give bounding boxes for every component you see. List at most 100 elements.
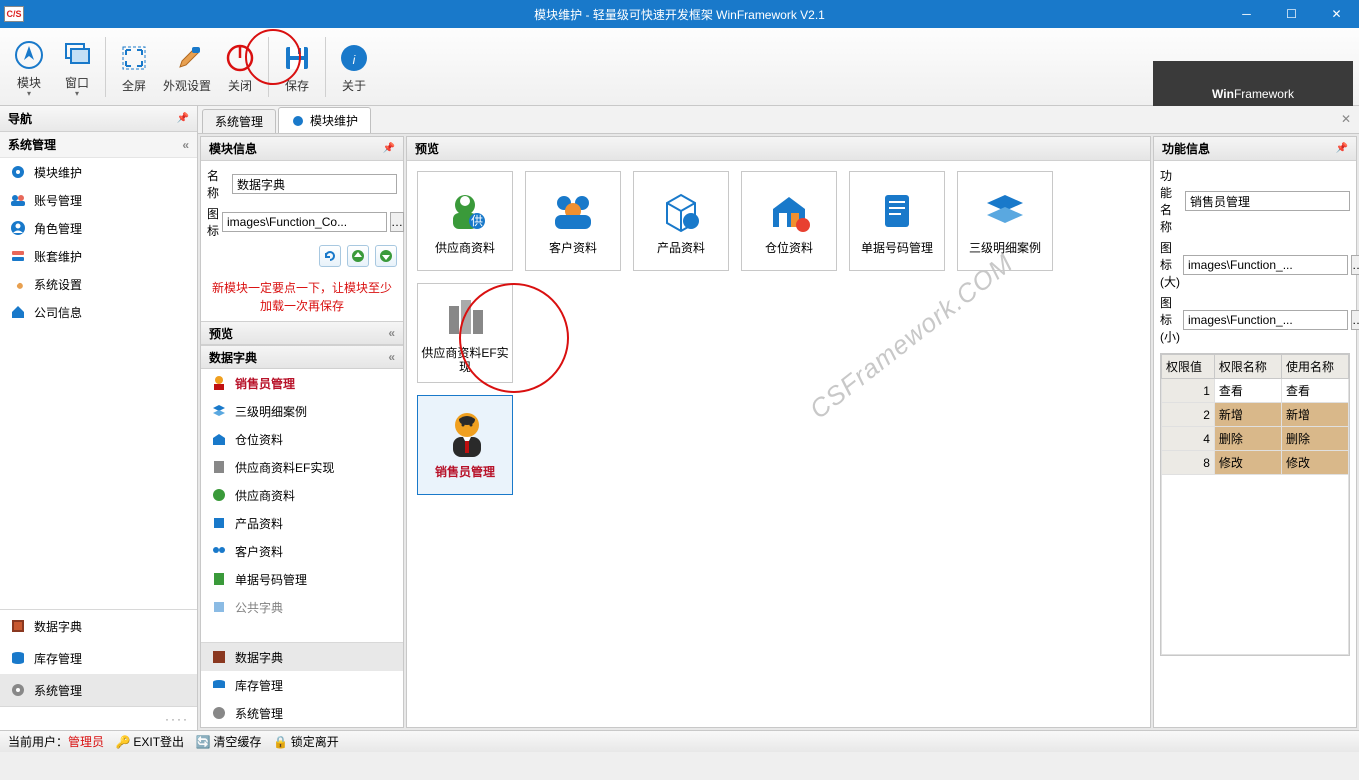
nav-item-module[interactable]: 模块维护	[0, 158, 197, 186]
brush-icon	[172, 43, 202, 73]
nav-bottom-dict[interactable]: 数据字典	[0, 610, 197, 642]
grid-row[interactable]: 1查看查看	[1162, 379, 1349, 403]
nav-group-header[interactable]: 系统管理«	[0, 132, 197, 158]
svg-text:i: i	[353, 53, 356, 67]
fullscreen-button[interactable]: 全屏	[111, 34, 157, 100]
customers-icon	[549, 187, 597, 235]
down-button[interactable]	[375, 245, 397, 267]
ribbon-toolbar: 模块▾ 窗口▾ 全屏 外观设置 关闭 保存 i 关于 WinFramework	[0, 28, 1359, 106]
refresh-icon	[323, 249, 337, 263]
tree-bottom-item[interactable]: 数据字典	[201, 643, 403, 671]
preview-card[interactable]: 单据号码管理	[849, 171, 945, 271]
status-bar: 当前用户：管理员 🔑 EXIT登出 🔄 清空缓存 🔒 锁定离开	[0, 730, 1359, 752]
preview-card-selected[interactable]: 销售员管理	[417, 395, 513, 495]
cog-icon	[211, 705, 227, 721]
pin-icon[interactable]: 📌	[383, 143, 395, 154]
browse-button[interactable]: …	[1351, 255, 1359, 275]
up-button[interactable]	[347, 245, 369, 267]
grid-row[interactable]: 8修改修改	[1162, 451, 1349, 475]
wrench-icon	[10, 276, 26, 292]
tree-item[interactable]: 供应商资料	[201, 481, 403, 509]
window-button[interactable]: 窗口▾	[54, 34, 100, 100]
tree-item[interactable]: 销售员管理	[201, 369, 403, 397]
preview-panel: 预览 供供应商资料 客户资料 产品资料 仓位资料 单据号码管理 三级明细案例 供…	[406, 136, 1151, 728]
function-name-input[interactable]	[1185, 191, 1350, 211]
nav-item-accountset[interactable]: 账套维护	[0, 242, 197, 270]
preview-card[interactable]: 客户资料	[525, 171, 621, 271]
book-icon	[211, 649, 227, 665]
tree-bottom-item[interactable]: 库存管理	[201, 671, 403, 699]
exit-icon: 🔑	[116, 735, 130, 749]
tab-close-button[interactable]: ✕	[1341, 112, 1351, 126]
arrow-up-icon	[351, 249, 365, 263]
nav-bottom-system[interactable]: 系统管理	[0, 674, 197, 706]
nav-item-settings[interactable]: 系统设置	[0, 270, 197, 298]
nav-item-company[interactable]: 公司信息	[0, 298, 197, 326]
module-button[interactable]: 模块▾	[6, 34, 52, 100]
fullscreen-icon	[120, 44, 148, 72]
preview-card[interactable]: 三级明细案例	[957, 171, 1053, 271]
users-icon	[10, 192, 26, 208]
tree-item[interactable]: 供应商资料EF实现	[201, 453, 403, 481]
warehouse-icon	[765, 187, 813, 235]
appearance-button[interactable]: 外观设置	[159, 34, 215, 100]
layers-icon	[981, 187, 1029, 235]
tree-bottom-item[interactable]: 系统管理	[201, 699, 403, 727]
grid-row[interactable]: 2新增新增	[1162, 403, 1349, 427]
tree-item[interactable]: 仓位资料	[201, 425, 403, 453]
refresh-button[interactable]	[319, 245, 341, 267]
salesperson-icon	[441, 409, 489, 461]
tree-item[interactable]: 公共字典	[201, 593, 403, 621]
building-icon	[211, 459, 227, 475]
receipt-icon	[211, 571, 227, 587]
nav-bottom-stock[interactable]: 库存管理	[0, 642, 197, 674]
preview-subheader[interactable]: 预览«	[201, 321, 403, 345]
app-icon: C/S	[4, 6, 24, 22]
supplier-icon	[211, 487, 227, 503]
module-name-input[interactable]	[232, 174, 397, 194]
nav-item-account[interactable]: 账号管理	[0, 186, 197, 214]
tab-system[interactable]: 系统管理	[202, 109, 276, 133]
clear-cache-button[interactable]: 🔄 清空缓存	[196, 733, 261, 750]
save-icon	[282, 43, 312, 73]
product-icon	[657, 187, 705, 235]
browse-button[interactable]: …	[1351, 310, 1359, 330]
svg-text:供: 供	[471, 214, 483, 228]
pin-icon[interactable]: 📌	[1336, 143, 1348, 154]
close-button[interactable]: 关闭	[217, 34, 263, 100]
exit-button[interactable]: 🔑 EXIT登出	[116, 733, 184, 750]
lock-button[interactable]: 🔒 锁定离开	[273, 733, 338, 750]
preview-card[interactable]: 仓位资料	[741, 171, 837, 271]
about-button[interactable]: i 关于	[331, 34, 377, 100]
warehouse-icon	[211, 431, 227, 447]
permissions-grid[interactable]: 权限值权限名称使用名称 1查看查看 2新增新增 4删除删除 8修改修改	[1160, 353, 1350, 656]
pin-icon[interactable]: 📌	[177, 113, 189, 124]
database-icon	[211, 677, 227, 693]
save-button[interactable]: 保存	[274, 34, 320, 100]
preview-card[interactable]: 供应商资料EF实现	[417, 283, 513, 383]
preview-card[interactable]: 供供应商资料	[417, 171, 513, 271]
maximize-button[interactable]: ☐	[1269, 0, 1314, 28]
preview-header: 预览	[415, 140, 439, 157]
tree-item[interactable]: 客户资料	[201, 537, 403, 565]
windows-icon	[62, 40, 92, 70]
icon-big-input[interactable]	[1183, 255, 1348, 275]
tree-item[interactable]: 产品资料	[201, 509, 403, 537]
group-icon	[211, 543, 227, 559]
minimize-button[interactable]: ─	[1224, 0, 1269, 28]
nav-item-role[interactable]: 角色管理	[0, 214, 197, 242]
layers-icon	[211, 403, 227, 419]
current-user: 管理员	[68, 735, 104, 749]
tree-item[interactable]: 单据号码管理	[201, 565, 403, 593]
nav-footer: ····	[0, 706, 197, 730]
module-icon-input[interactable]	[222, 212, 387, 232]
preview-card[interactable]: 产品资料	[633, 171, 729, 271]
grid-row[interactable]: 4删除删除	[1162, 427, 1349, 451]
tab-module[interactable]: 模块维护	[278, 107, 371, 133]
close-window-button[interactable]: ✕	[1314, 0, 1359, 28]
tree-item[interactable]: 三级明细案例	[201, 397, 403, 425]
dict-subheader[interactable]: 数据字典«	[201, 345, 403, 369]
icon-small-input[interactable]	[1183, 310, 1348, 330]
user-icon	[10, 220, 26, 236]
browse-button[interactable]: …	[390, 212, 404, 232]
